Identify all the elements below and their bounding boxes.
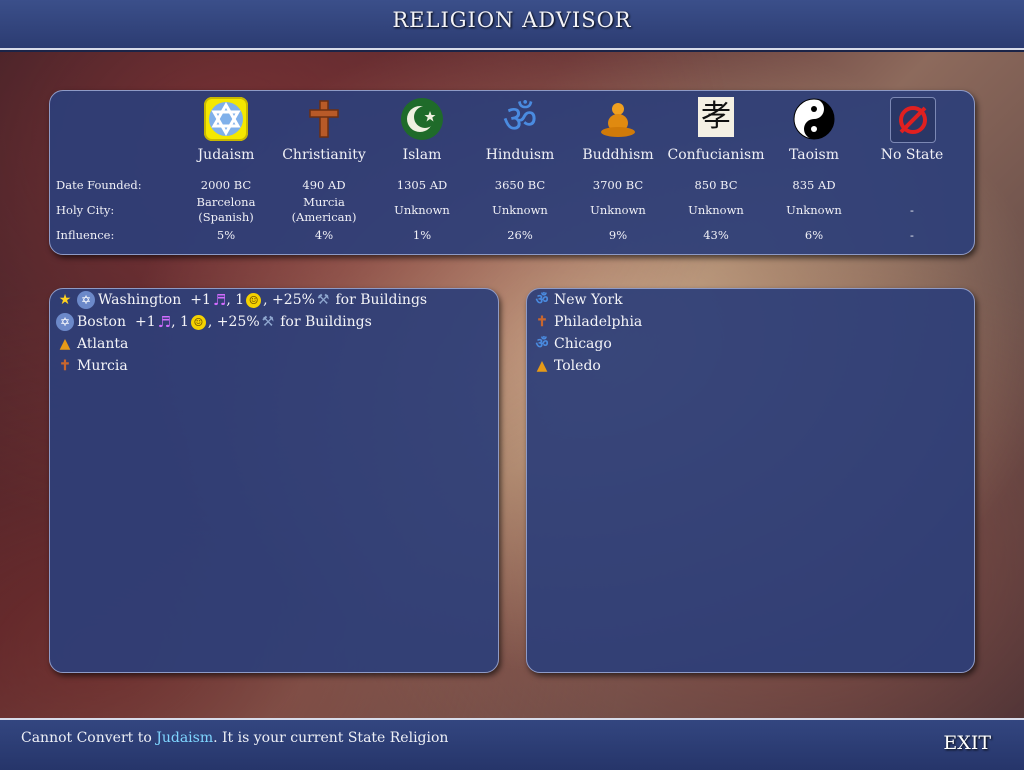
happy-face-icon: ☺ (190, 314, 206, 330)
list-item[interactable]: ✡ Boston +1 ♬ , 1 ☺ , +25% ⚒ for Buildin… (56, 311, 372, 333)
star-of-david-icon: ✡ (56, 313, 74, 331)
influence: 9% (608, 228, 628, 242)
city-name: Murcia (77, 358, 128, 374)
production-bonus: , +25% (207, 314, 260, 330)
religion-name: No State (880, 147, 944, 163)
list-item[interactable]: ✝ Murcia (56, 355, 128, 377)
date-founded: 1305 AD (396, 178, 448, 192)
crescent-icon[interactable] (400, 97, 444, 141)
holy-city: Barcelona (196, 195, 256, 209)
buddha-icon: ▲ (59, 336, 71, 352)
religion-name: Taoism (789, 147, 839, 163)
hammer-icon: ⚒ (261, 314, 275, 330)
date-founded: 3700 BC (592, 178, 644, 192)
influence: 43% (703, 228, 729, 242)
list-item[interactable]: ॐ New York (533, 289, 623, 311)
list-item[interactable]: ▲ Atlanta (56, 333, 129, 355)
religion-overview-panel: Date Founded: Holy City: Influence: Juda… (49, 90, 975, 255)
confucian-glyph-icon[interactable]: 孝 (698, 97, 734, 137)
holy-city: Unknown (492, 203, 548, 217)
row-label-influence: Influence: (56, 228, 115, 242)
city-name: Philadelphia (554, 314, 643, 330)
religion-name: Christianity (282, 147, 366, 163)
city-name: Toledo (554, 358, 601, 374)
state-religion-city-list[interactable]: ★ ✡ Washington +1 ♬ , 1 ☺ , +25% ⚒ for B… (49, 288, 499, 673)
page-title: RELIGION ADVISOR (392, 8, 632, 32)
other-cities-list[interactable]: ॐ New York ✝ Philadelphia ॐ Chicago ▲ To… (526, 288, 975, 673)
cross-icon: ✝ (536, 314, 548, 330)
row-label-date-founded: Date Founded: (56, 178, 142, 192)
date-founded: 490 AD (302, 178, 346, 192)
om-icon: ॐ (535, 292, 549, 308)
hammer-icon: ⚒ (316, 292, 330, 308)
date-founded: 3650 BC (494, 178, 546, 192)
title-bar: RELIGION ADVISOR (0, 0, 1024, 50)
happy-bonus: , 1 (226, 292, 245, 308)
status-prefix: Cannot Convert to (21, 730, 152, 746)
buddha-icon[interactable] (596, 97, 640, 141)
cross-icon: ✝ (59, 358, 71, 374)
culture-bonus: +1 (190, 292, 211, 308)
status-message: Cannot Convert to Judaism. It is your cu… (21, 730, 448, 746)
list-item[interactable]: ★ ✡ Washington +1 ♬ , 1 ☺ , +25% ⚒ for B… (56, 289, 427, 311)
religion-name: Judaism (197, 147, 255, 163)
city-name: New York (554, 292, 623, 308)
religion-name: Islam (402, 147, 442, 163)
om-icon: ॐ (535, 336, 549, 352)
city-name: Chicago (554, 336, 612, 352)
culture-icon: ♬ (157, 313, 172, 331)
city-name: Boston (77, 314, 126, 330)
holy-city: Unknown (688, 203, 744, 217)
list-item[interactable]: ॐ Chicago (533, 333, 612, 355)
influence: 4% (314, 228, 334, 242)
religion-name: Confucianism (667, 147, 765, 163)
holy-city: Unknown (786, 203, 842, 217)
culture-bonus: +1 (134, 314, 156, 330)
happy-bonus: , 1 (171, 314, 189, 330)
holy-city-owner: (American) (291, 210, 357, 224)
happy-face-icon: ☺ (246, 292, 262, 308)
city-name: Atlanta (77, 336, 129, 352)
bonus-target: for Buildings (335, 292, 428, 308)
influence: 6% (804, 228, 824, 242)
influence: - (910, 228, 914, 242)
yin-yang-icon[interactable] (792, 97, 836, 141)
influence: 1% (412, 228, 432, 242)
religion-name: Buddhism (582, 147, 654, 163)
culture-icon: ♬ (212, 291, 227, 309)
date-founded: 835 AD (792, 178, 836, 192)
no-state-icon[interactable] (890, 97, 936, 143)
religion-name: Hinduism (485, 147, 555, 163)
influence: 26% (507, 228, 533, 242)
capital-star-icon: ★ (58, 292, 72, 308)
holy-city: - (910, 203, 914, 217)
status-bar: Cannot Convert to Judaism. It is your cu… (0, 718, 1024, 770)
holy-city: Murcia (303, 195, 345, 209)
star-of-david-icon[interactable] (204, 97, 248, 141)
status-religion-link[interactable]: Judaism (156, 730, 213, 746)
buddha-icon: ▲ (536, 358, 548, 374)
holy-city: Unknown (394, 203, 450, 217)
star-of-david-icon: ✡ (77, 291, 95, 309)
influence: 5% (216, 228, 236, 242)
production-bonus: , +25% (263, 292, 315, 308)
date-founded: 2000 BC (200, 178, 252, 192)
cross-icon[interactable] (302, 97, 346, 141)
status-suffix: . It is your current State Religion (213, 730, 449, 746)
list-item[interactable]: ▲ Toledo (533, 355, 601, 377)
holy-city-owner: (Spanish) (198, 210, 254, 224)
row-label-holy-city: Holy City: (56, 203, 115, 217)
list-item[interactable]: ✝ Philadelphia (533, 311, 642, 333)
bonus-target: for Buildings (280, 314, 372, 330)
om-icon[interactable]: ॐ (498, 97, 542, 141)
date-founded: 850 BC (694, 178, 738, 192)
holy-city: Unknown (590, 203, 646, 217)
city-name: Washington (98, 292, 182, 308)
exit-button[interactable]: EXIT (943, 732, 991, 754)
